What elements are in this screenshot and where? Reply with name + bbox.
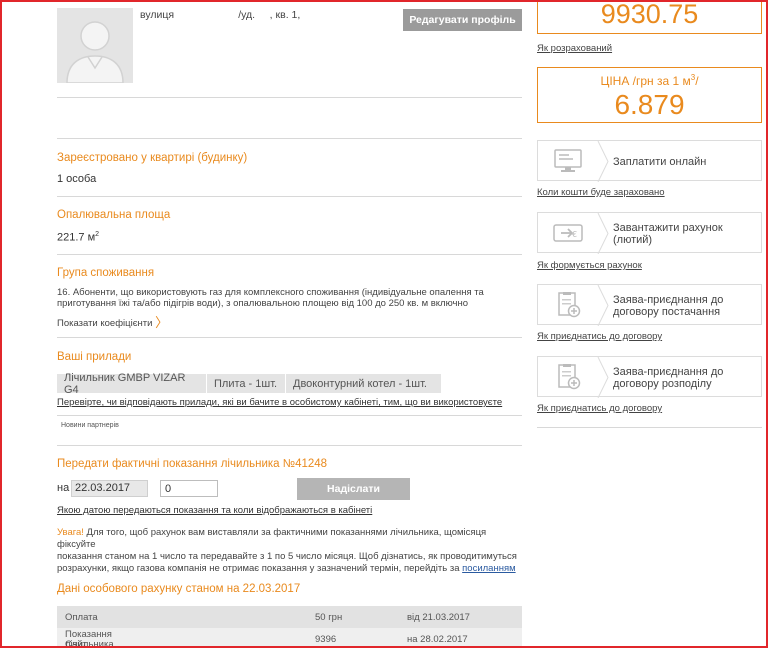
- total-sum-box: 9930.75: [537, 0, 762, 34]
- download-invoice-icon: €: [553, 224, 583, 242]
- avatar: [57, 8, 133, 83]
- device-chip: Двоконтурний котел - 1шт.: [286, 374, 441, 393]
- user-silhouette-icon: [57, 8, 133, 83]
- table-row: Оплата 50 грн від 21.03.2017: [57, 606, 522, 628]
- total-sum-value: 9930.75: [600, 0, 699, 29]
- card-separator: [597, 285, 609, 326]
- pay-online-button[interactable]: Заплатити онлайн: [537, 140, 762, 182]
- submit-reading-button[interactable]: Надіслати: [297, 478, 410, 500]
- device-chip: Плита - 1шт.: [207, 374, 285, 393]
- distribution-contract-application-button[interactable]: Заява-приєднання до договору розподілу: [537, 356, 762, 398]
- meter-reading-input[interactable]: [160, 480, 218, 497]
- supply-contract-application-button[interactable]: Заява-приєднання до договору постачання: [537, 284, 762, 326]
- card-separator: [597, 141, 609, 182]
- meter-form-title: Передати фактичні показання лічильника №…: [57, 458, 328, 470]
- consumption-group-title: Група споживання: [57, 267, 155, 279]
- invoice-info-link[interactable]: Як формується рахунок: [537, 260, 642, 271]
- reading-date-field[interactable]: 22.03.2017: [71, 480, 148, 497]
- action-label: Заява-приєднання до договору розподілу: [613, 365, 724, 390]
- warning-note: Увага! Для того, щоб рахунок вам виставл…: [57, 527, 517, 574]
- price-label: ЦІНА /грн за 1 м3/: [600, 73, 699, 88]
- join-contract-link[interactable]: Як приєднатись до договору: [537, 331, 662, 342]
- svg-text:€: €: [572, 230, 577, 239]
- how-calculated-link[interactable]: Як розрахований: [537, 43, 612, 54]
- consumption-group-description: 16. Абоненти, що використовують газ для …: [57, 287, 484, 309]
- action-label: Завантажити рахунок (лютий): [613, 221, 723, 246]
- document-plus-icon: [558, 364, 581, 390]
- heated-area-value: 221.7 м2: [57, 231, 100, 244]
- payment-timing-link[interactable]: Коли кошти буде зараховано: [537, 187, 665, 198]
- account-title: Дані особового рахунку станом на 22.03.2…: [57, 583, 301, 595]
- partner-news-label: Новини партнерів: [61, 422, 119, 429]
- date-on-label: на: [57, 482, 70, 494]
- registered-title: Зареєстровано у квартирі (будинку): [57, 152, 248, 164]
- action-label: Заплатити онлайн: [613, 155, 707, 168]
- divider: [57, 445, 522, 446]
- price-box: ЦІНА /грн за 1 м3/ 6.879: [537, 67, 762, 123]
- divider: [57, 196, 522, 197]
- price-value: 6.879: [614, 89, 685, 120]
- profile-address: вулиця /уд. , кв. 1,: [140, 9, 301, 21]
- warning-label: Увага!: [57, 527, 84, 538]
- divider: [57, 254, 522, 255]
- monitor-icon: [554, 149, 582, 172]
- device-chip: Лічильник GMBP VIZAR G4: [57, 372, 206, 396]
- devices-title: Ваші прилади: [57, 351, 132, 363]
- document-plus-icon: [558, 292, 581, 318]
- heated-area-title: Опалювальна площа: [57, 209, 171, 221]
- action-label: Заява-приєднання до договору постачання: [613, 293, 724, 318]
- show-coefficients-link[interactable]: Показати коефіцієнти 〉: [57, 311, 168, 330]
- details-link[interactable]: посиланням: [462, 563, 515, 574]
- divider: [537, 427, 762, 428]
- join-contract-link[interactable]: Як приєднатись до договору: [537, 403, 662, 414]
- divider: [57, 337, 522, 338]
- card-separator: [597, 213, 609, 254]
- card-separator: [597, 357, 609, 398]
- edit-profile-button[interactable]: Редагувати профіль: [403, 9, 522, 31]
- divider: [57, 138, 522, 139]
- divider: [57, 97, 522, 98]
- registered-value: 1 особа: [57, 173, 97, 185]
- table-row: Показання лічильника №41248Сайт 9396 на …: [57, 628, 522, 648]
- divider: [57, 415, 522, 416]
- reading-date-info-link[interactable]: Якою датою передаються показання та коли…: [57, 505, 372, 516]
- download-invoice-button[interactable]: € Завантажити рахунок (лютий): [537, 212, 762, 254]
- chevron-right-icon: 〉: [155, 315, 169, 330]
- check-devices-link[interactable]: Перевірте, чи відповідають прилади, які …: [57, 397, 502, 408]
